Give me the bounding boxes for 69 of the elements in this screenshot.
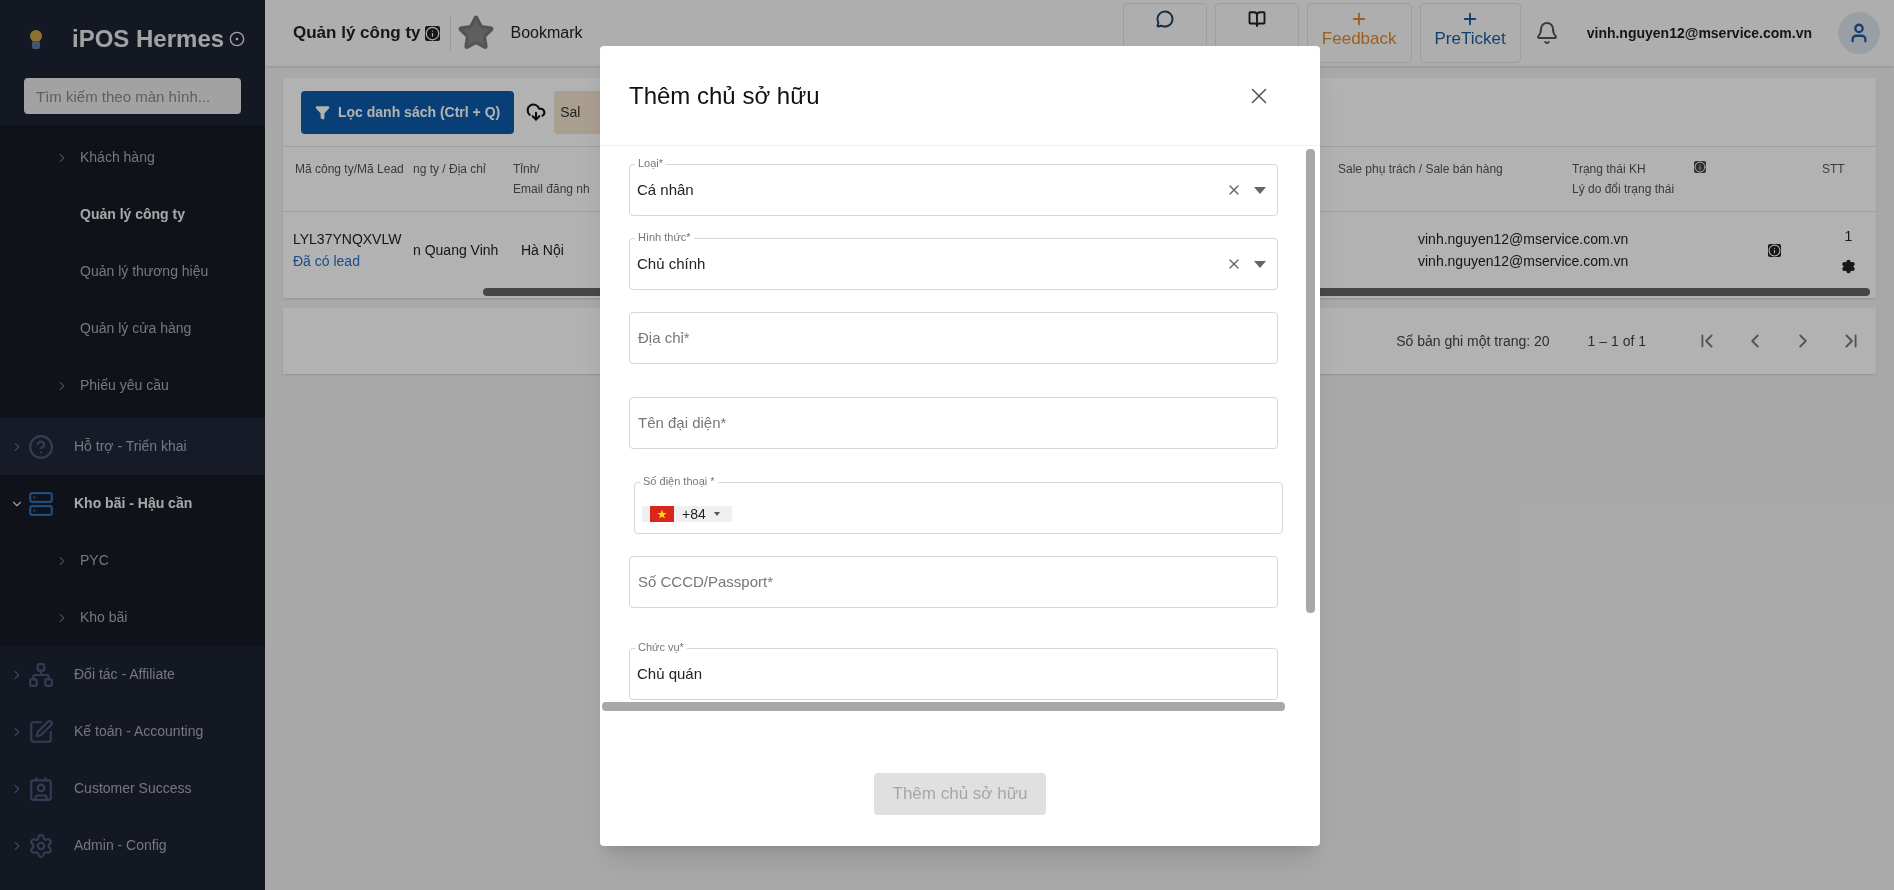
- sidebar-item[interactable]: Quản lý công ty: [0, 186, 265, 243]
- menu-icon: [28, 433, 54, 460]
- sidebar-item[interactable]: Quản lý cửa hàng: [0, 300, 265, 357]
- input-field[interactable]: Tên đại diện*: [629, 397, 1278, 449]
- user-email: vinh.nguyen12@mservice.com.vn: [1586, 23, 1812, 43]
- table-cell-text: n Quang Vinh: [413, 240, 500, 260]
- sidebar-item[interactable]: Phiếu yêu cầu: [0, 357, 265, 414]
- bell-icon[interactable]: [1534, 21, 1559, 45]
- menu-icon: [28, 775, 54, 802]
- column-header: Mã công ty/Mã Lead: [295, 161, 405, 178]
- info-icon[interactable]: [1694, 161, 1707, 173]
- caret-icon: [713, 512, 720, 516]
- scrollbar[interactable]: [602, 702, 1285, 711]
- info-icon[interactable]: [1768, 243, 1781, 257]
- sidebar-item[interactable]: Admin - Config: [0, 817, 265, 874]
- table-cell-text: LYL37YNQXVLW: [293, 230, 403, 249]
- table-cell-text: vinh.nguyen12@mservice.com.vn: [1418, 230, 1630, 249]
- chat-icon: [1155, 10, 1174, 28]
- page-title: Quản lý công ty: [293, 22, 421, 45]
- sidebar-item[interactable]: Đối tác - Affiliate: [0, 646, 265, 703]
- info-icon[interactable]: [424, 25, 440, 41]
- menu-icon: [28, 718, 54, 745]
- column-header: STT: [1822, 161, 1846, 178]
- filter-icon: [315, 104, 330, 120]
- page-range: 1 – 1 of 1: [1587, 331, 1646, 351]
- dialog-title: Thêm chủ sở hữu: [629, 80, 820, 111]
- sidebar-item[interactable]: Customer Success: [0, 760, 265, 817]
- country-selector[interactable]: +84: [642, 506, 732, 522]
- column-header: Tỉnh/ Email đăng nh: [513, 161, 591, 198]
- flag-icon: [650, 506, 674, 522]
- star-icon[interactable]: [456, 14, 495, 52]
- dropdown-caret-icon[interactable]: [1254, 186, 1266, 194]
- input-field[interactable]: Số CCCD/Passport*: [629, 556, 1278, 608]
- field-value: Chủ quán: [637, 663, 703, 684]
- filter-button[interactable]: Lọc danh sách (Ctrl + Q): [301, 90, 515, 134]
- input-field[interactable]: Địa chỉ*: [629, 312, 1278, 364]
- country-code: +84: [682, 504, 706, 524]
- sidebar-item[interactable]: PYC: [0, 532, 265, 589]
- sidebar-item[interactable]: Kho bãi: [0, 589, 265, 646]
- download-icon[interactable]: [526, 102, 547, 122]
- dropdown-caret-icon[interactable]: [1254, 260, 1266, 268]
- column-header: ng ty / Địa chỉ: [413, 161, 487, 178]
- sidebar-item[interactable]: Kho bãi - Hậu cần: [0, 475, 265, 532]
- header-button[interactable]: PreTicket: [1419, 3, 1521, 63]
- table-cell-text: Hà Nội: [521, 240, 565, 260]
- app-name: iPOS Hermes: [72, 24, 225, 54]
- table-cell-text: vinh.nguyen12@mservice.com.vn: [1418, 252, 1630, 271]
- page-size-label: Số bản ghi một trang: 20: [1396, 331, 1550, 351]
- header-button[interactable]: Feedback: [1306, 3, 1412, 63]
- menu-icon: [28, 661, 54, 688]
- column-header: Trạng thái KH Lý do đổi trạng thái: [1572, 159, 1822, 199]
- sidebar-item[interactable]: Khách hàng: [0, 129, 265, 186]
- scrollbar[interactable]: [1306, 149, 1315, 613]
- sidebar-item[interactable]: Quản lý thương hiệu: [0, 243, 265, 300]
- column-header: Sale phụ trách / Sale bán hàng: [1338, 161, 1504, 178]
- field-value: Cá nhân: [637, 179, 695, 200]
- bookmark-label: Bookmark: [510, 23, 583, 43]
- menu-icon: [28, 832, 54, 859]
- radio-icon[interactable]: [229, 31, 245, 47]
- field-value: Chủ chính: [637, 253, 707, 274]
- avatar[interactable]: [1838, 12, 1880, 54]
- sidebar-item[interactable]: Hỗ trợ - Triển khai: [0, 418, 265, 475]
- settings-icon[interactable]: [1841, 259, 1856, 274]
- book-icon: [1247, 10, 1266, 28]
- search-field[interactable]: Tìm kiếm theo màn hình...: [24, 78, 241, 114]
- table-cell-text: 1: [1844, 227, 1853, 246]
- menu-icon: [28, 490, 54, 517]
- lead-link[interactable]: Đã có lead: [293, 253, 360, 269]
- sidebar-item[interactable]: Kế toán - Accounting: [0, 703, 265, 760]
